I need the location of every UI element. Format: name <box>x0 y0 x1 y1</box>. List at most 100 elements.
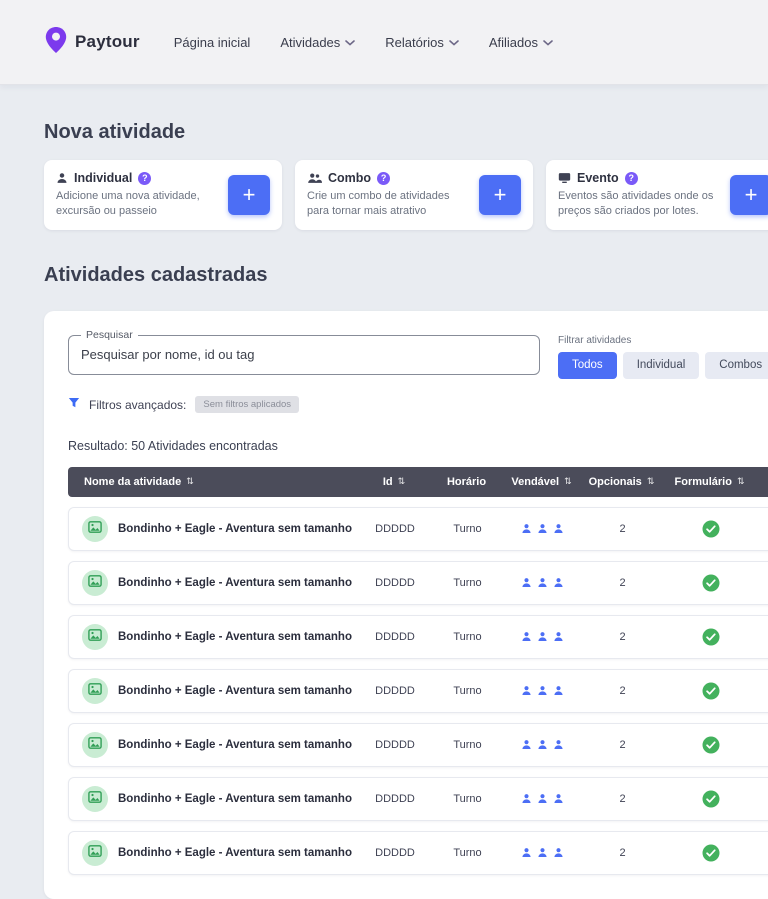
activity-name: Bondinho + Eagle - Aventura sem tamanho <box>118 846 352 859</box>
column-header-vendavel[interactable]: Vendável ⇅ <box>503 476 580 488</box>
paytour-logo-icon <box>44 26 68 59</box>
funnel-icon <box>68 396 80 414</box>
filter-group-label: Filtrar atividades <box>558 334 632 346</box>
activity-id: DDDDD <box>375 576 415 589</box>
nav-item-pagina-inicial[interactable]: Página inicial <box>174 35 251 50</box>
activity-row[interactable]: Bondinho + Eagle - Aventura sem tamanho D… <box>68 668 768 713</box>
image-icon <box>88 845 102 860</box>
advanced-filters-toggle[interactable]: Filtros avançados: Sem filtros aplicados <box>68 396 768 414</box>
optionals-count: 2 <box>619 630 626 643</box>
new-activity-card-evento: Evento? Eventos são atividades onde os pr… <box>546 160 768 230</box>
add-individual-button[interactable]: + <box>228 174 270 215</box>
user-icon <box>521 523 532 534</box>
table-body: Bondinho + Eagle - Aventura sem tamanho D… <box>68 506 768 875</box>
column-header-nome-da-atividade[interactable]: Nome da atividade ⇅ <box>68 476 358 488</box>
add-combo-button[interactable]: + <box>479 174 521 215</box>
user-icon <box>537 631 548 642</box>
form-complete-icon <box>702 520 720 538</box>
filter-group: Filtrar atividades Todos Individual Combos <box>558 335 768 379</box>
sellable-channels <box>504 847 581 858</box>
activity-name: Bondinho + Eagle - Aventura sem tamanho <box>118 792 352 805</box>
sellable-channels <box>504 523 581 534</box>
activity-name: Bondinho + Eagle - Aventura sem tamanho <box>118 522 352 535</box>
advanced-filters-label: Filtros avançados: <box>89 397 187 412</box>
column-header-formulario[interactable]: Formulário ⇅ <box>663 476 756 488</box>
activity-row[interactable]: Bondinho + Eagle - Aventura sem tamanho D… <box>68 506 768 551</box>
user-icon <box>537 739 548 750</box>
column-label: Vendável <box>511 475 560 488</box>
column-header-id[interactable]: Id ⇅ <box>358 476 430 488</box>
help-icon[interactable]: ? <box>138 171 152 185</box>
activity-id: DDDDD <box>375 792 415 805</box>
activities-panel: Pesquisar Filtrar atividades TodosIndivi… <box>44 310 768 899</box>
activities-table: Nome da atividade ⇅ Id ⇅ Horário Vendável ⇅ Opc… <box>68 466 768 875</box>
column-header-horario: Horário <box>430 476 503 488</box>
optionals-count: 2 <box>619 684 626 697</box>
new-activity-card-individual: Individual? Adicione uma nova atividade, … <box>44 160 282 230</box>
user-icon <box>553 523 564 534</box>
people-icon <box>307 172 322 184</box>
user-icon <box>521 631 532 642</box>
image-icon <box>88 791 102 806</box>
search-input[interactable] <box>69 335 539 374</box>
form-complete-icon <box>702 628 720 646</box>
user-icon <box>521 739 532 750</box>
user-icon <box>553 739 564 750</box>
nav-item-atividades[interactable]: Atividades <box>280 34 356 50</box>
search-field-label: Pesquisar <box>81 328 138 341</box>
filter-todos-button[interactable]: Todos <box>558 351 617 379</box>
nav-item-afiliados[interactable]: Afiliados <box>489 35 553 50</box>
sort-icon: ⇅ <box>186 476 194 487</box>
user-icon <box>553 577 564 588</box>
activity-row[interactable]: Bondinho + Eagle - Aventura sem tamanho D… <box>68 830 768 875</box>
activity-name: Bondinho + Eagle - Aventura sem tamanho <box>118 684 352 697</box>
card-content: Evento? Eventos são atividades onde os pr… <box>558 171 716 219</box>
image-icon <box>88 575 102 590</box>
chevron-down-icon <box>449 40 459 46</box>
user-icon <box>553 847 564 858</box>
optionals-count: 2 <box>619 576 626 589</box>
activity-id: DDDDD <box>375 630 415 643</box>
help-icon[interactable]: ? <box>377 171 391 185</box>
nav-item-relatorios[interactable]: Relatórios <box>385 35 459 50</box>
user-icon <box>537 793 548 804</box>
form-complete-icon <box>702 682 720 700</box>
new-activity-title: Nova atividade <box>44 121 186 143</box>
help-icon[interactable]: ? <box>624 171 638 185</box>
user-icon <box>521 577 532 588</box>
result-count: Resultado: 50 Atividades encontradas <box>68 438 278 453</box>
sort-icon: ⇅ <box>646 476 655 487</box>
activity-schedule: Turno <box>453 738 482 751</box>
column-label: Nome da atividade <box>84 475 182 488</box>
search-filter-bar: Pesquisar Filtrar atividades TodosIndivi… <box>68 328 768 379</box>
add-evento-button[interactable]: + <box>730 174 768 215</box>
activity-row[interactable]: Bondinho + Eagle - Aventura sem tamanho D… <box>68 560 768 605</box>
activity-row[interactable]: Bondinho + Eagle - Aventura sem tamanho D… <box>68 722 768 767</box>
table-header: Nome da atividade ⇅ Id ⇅ Horário Vendável ⇅ Opc… <box>68 466 768 497</box>
filter-combos-button[interactable]: Combos <box>705 351 768 379</box>
user-icon <box>537 577 548 588</box>
nav-item-label: Afiliados <box>488 34 538 50</box>
activity-id: DDDDD <box>375 738 415 751</box>
user-icon <box>553 631 564 642</box>
sellable-channels <box>504 631 581 642</box>
sellable-channels <box>504 793 581 804</box>
sellable-channels <box>504 739 581 750</box>
column-label: Opcionais <box>588 475 642 488</box>
sort-icon: ⇅ <box>736 476 745 487</box>
activity-row[interactable]: Bondinho + Eagle - Aventura sem tamanho D… <box>68 776 768 821</box>
activity-row[interactable]: Bondinho + Eagle - Aventura sem tamanho D… <box>68 614 768 659</box>
chevron-down-icon <box>345 40 356 46</box>
form-complete-icon <box>702 790 720 808</box>
activity-schedule: Turno <box>453 684 482 697</box>
activity-name: Bondinho + Eagle - Aventura sem tamanho <box>118 630 352 643</box>
activity-thumbnail-icon <box>82 785 108 812</box>
image-icon <box>88 683 102 698</box>
filter-individual-button[interactable]: Individual <box>622 351 700 379</box>
optionals-count: 2 <box>619 522 626 535</box>
activity-id: DDDDD <box>375 684 415 697</box>
column-header-opcionais[interactable]: Opcionais ⇅ <box>580 476 663 488</box>
nav-item-label: Atividades <box>280 34 341 50</box>
user-icon <box>553 793 564 804</box>
brand[interactable]: Paytour <box>44 26 140 59</box>
